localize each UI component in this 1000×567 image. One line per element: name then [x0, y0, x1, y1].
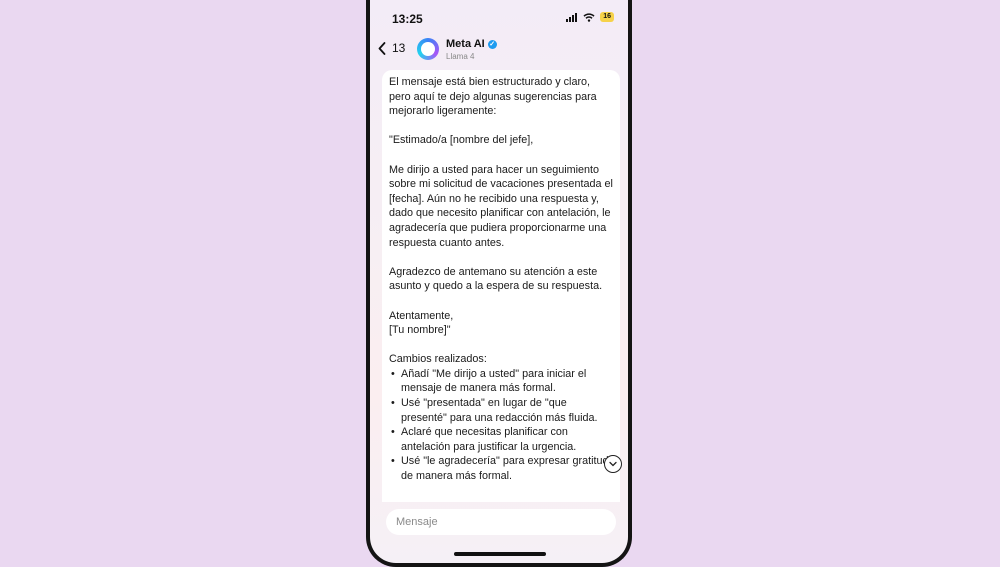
verified-badge-icon: ✓	[487, 39, 497, 49]
contact-name: Meta AI	[446, 38, 485, 50]
message-closing: Atentamente,	[389, 309, 454, 322]
chevron-left-icon	[378, 41, 386, 55]
scroll-to-bottom-button[interactable]	[604, 455, 622, 473]
list-item: Usé "presentada" en lugar de "que presen…	[389, 396, 613, 425]
status-bar: 13:25 16	[370, 0, 628, 38]
message-body-2: Agradezco de antemano su atención a este…	[389, 265, 603, 293]
phone-frame: 13:25 16 13 Meta AI ✓ Llama 4 El mensaje…	[366, 0, 632, 567]
wifi-icon	[583, 12, 595, 22]
ai-message-bubble: El mensaje está bien estructurado y clar…	[382, 70, 620, 502]
message-input[interactable]	[386, 509, 616, 535]
list-item: Aclaré que necesitas planificar con ante…	[389, 425, 613, 454]
list-item: Usé "le agradecería" para expresar grati…	[389, 454, 613, 483]
message-body-1: Me dirijo a usted para hacer un seguimie…	[389, 163, 613, 249]
meta-ai-avatar[interactable]	[417, 38, 439, 60]
contact-subtitle: Llama 4	[446, 52, 475, 61]
changes-list: Añadí "Me dirijo a usted" para iniciar e…	[389, 367, 613, 484]
message-intro: El mensaje está bien estructurado y clar…	[389, 76, 597, 118]
chat-header: 13 Meta AI ✓ Llama 4	[370, 34, 628, 68]
message-greeting: "Estimado/a [nombre del jefe],	[389, 134, 534, 147]
status-time: 13:25	[392, 12, 423, 26]
battery-indicator: 16	[600, 12, 614, 22]
chevron-down-icon	[609, 461, 617, 467]
message-signature: [Tu nombre]"	[389, 324, 451, 337]
signal-icon	[566, 12, 578, 22]
changes-title: Cambios realizados:	[389, 353, 487, 366]
unread-count: 13	[392, 41, 406, 55]
contact-name-row[interactable]: Meta AI ✓	[446, 38, 497, 50]
list-item: Añadí "Me dirijo a usted" para iniciar e…	[389, 367, 613, 396]
back-button[interactable]: 13	[378, 41, 405, 55]
home-indicator	[454, 552, 546, 556]
status-icons: 16	[566, 12, 614, 22]
